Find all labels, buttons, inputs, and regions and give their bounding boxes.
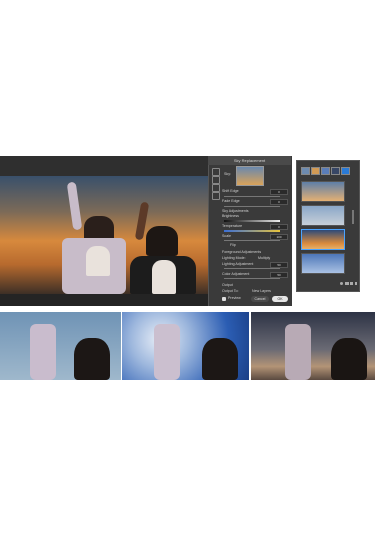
output-label[interactable]: Output <box>222 283 233 288</box>
person-left-2 <box>154 324 180 380</box>
shift-edge-label: Shift Edge <box>222 189 239 193</box>
scale-slider[interactable] <box>224 240 280 241</box>
brightness-label: Brightness <box>222 214 239 218</box>
scale-label: Scale <box>222 234 231 238</box>
fade-edge-label: Fade Edge <box>222 199 240 203</box>
temperature-slider[interactable] <box>224 230 280 232</box>
color-adjustment-label: Color Adjustment <box>222 272 250 276</box>
lighting-mode-select[interactable]: Multiply <box>258 256 270 261</box>
hair-right <box>146 226 178 256</box>
lighting-adjustment-slider[interactable] <box>224 268 280 269</box>
preset-strip-thumb-4[interactable] <box>331 167 340 175</box>
sky-preset-1[interactable] <box>301 181 345 202</box>
add-icon[interactable] <box>350 282 353 285</box>
preview-checkbox[interactable] <box>222 297 226 301</box>
lighting-mode-label: Lighting Mode: <box>222 256 246 260</box>
flip-label[interactable]: Flip <box>230 243 236 248</box>
result-photo-cloudy-sky <box>122 312 249 380</box>
gear-icon[interactable] <box>340 282 343 285</box>
sky-preset-3-selected[interactable] <box>301 229 345 250</box>
person-left-1 <box>30 324 56 380</box>
dialog-title: Sky Replacement <box>208 156 291 165</box>
raised-arm-left <box>66 181 83 231</box>
presets-scrollbar[interactable] <box>352 210 354 224</box>
person-right-2 <box>202 338 238 380</box>
shirt-left <box>86 246 110 276</box>
fade-edge-slider[interactable] <box>224 206 280 207</box>
preset-strip-thumb-2[interactable] <box>311 167 320 175</box>
person-right-1 <box>74 338 110 380</box>
person-left-3 <box>285 324 311 380</box>
preset-strip-thumb-5[interactable] <box>341 167 350 175</box>
output-to-select[interactable]: New Layers <box>252 289 271 294</box>
canvas-toolbar <box>0 156 208 176</box>
person-right-3 <box>331 338 367 380</box>
foreground-adjustments-label[interactable]: Foreground Adjustments <box>222 250 261 255</box>
sky-preset-2[interactable] <box>301 205 345 226</box>
brush-icon[interactable] <box>212 168 220 176</box>
result-photo-clear-sky <box>0 312 121 380</box>
zoom-icon[interactable] <box>212 192 220 200</box>
canvas-photo[interactable] <box>0 176 208 294</box>
sky-label: Sky: <box>224 172 231 176</box>
canvas-footer <box>0 294 208 306</box>
shift-edge-value[interactable]: 0 <box>270 189 288 195</box>
preview-label: Preview <box>228 296 241 300</box>
sky-thumbnail[interactable] <box>236 166 264 186</box>
output-to-label: Output To: <box>222 289 239 293</box>
temperature-label: Temperature <box>222 224 243 228</box>
lighting-adjustment-label: Lighting Adjustment <box>222 262 254 266</box>
ok-button[interactable]: OK <box>272 296 288 302</box>
delete-icon[interactable] <box>355 282 357 285</box>
move-icon[interactable] <box>212 184 220 192</box>
shift-edge-slider[interactable] <box>224 196 280 197</box>
shirt-right <box>152 260 176 294</box>
preset-strip-thumb-1[interactable] <box>301 167 310 175</box>
color-adjustment-slider[interactable] <box>224 278 280 279</box>
brightness-slider[interactable] <box>224 220 280 222</box>
folder-icon[interactable] <box>345 282 349 285</box>
cancel-button[interactable]: Cancel <box>251 296 269 302</box>
fade-edge-value[interactable]: 0 <box>270 199 288 205</box>
result-photo-dusk-sky <box>251 312 375 380</box>
preset-strip-thumb-3[interactable] <box>321 167 330 175</box>
hand-icon[interactable] <box>212 176 220 184</box>
sky-preset-4[interactable] <box>301 253 345 274</box>
